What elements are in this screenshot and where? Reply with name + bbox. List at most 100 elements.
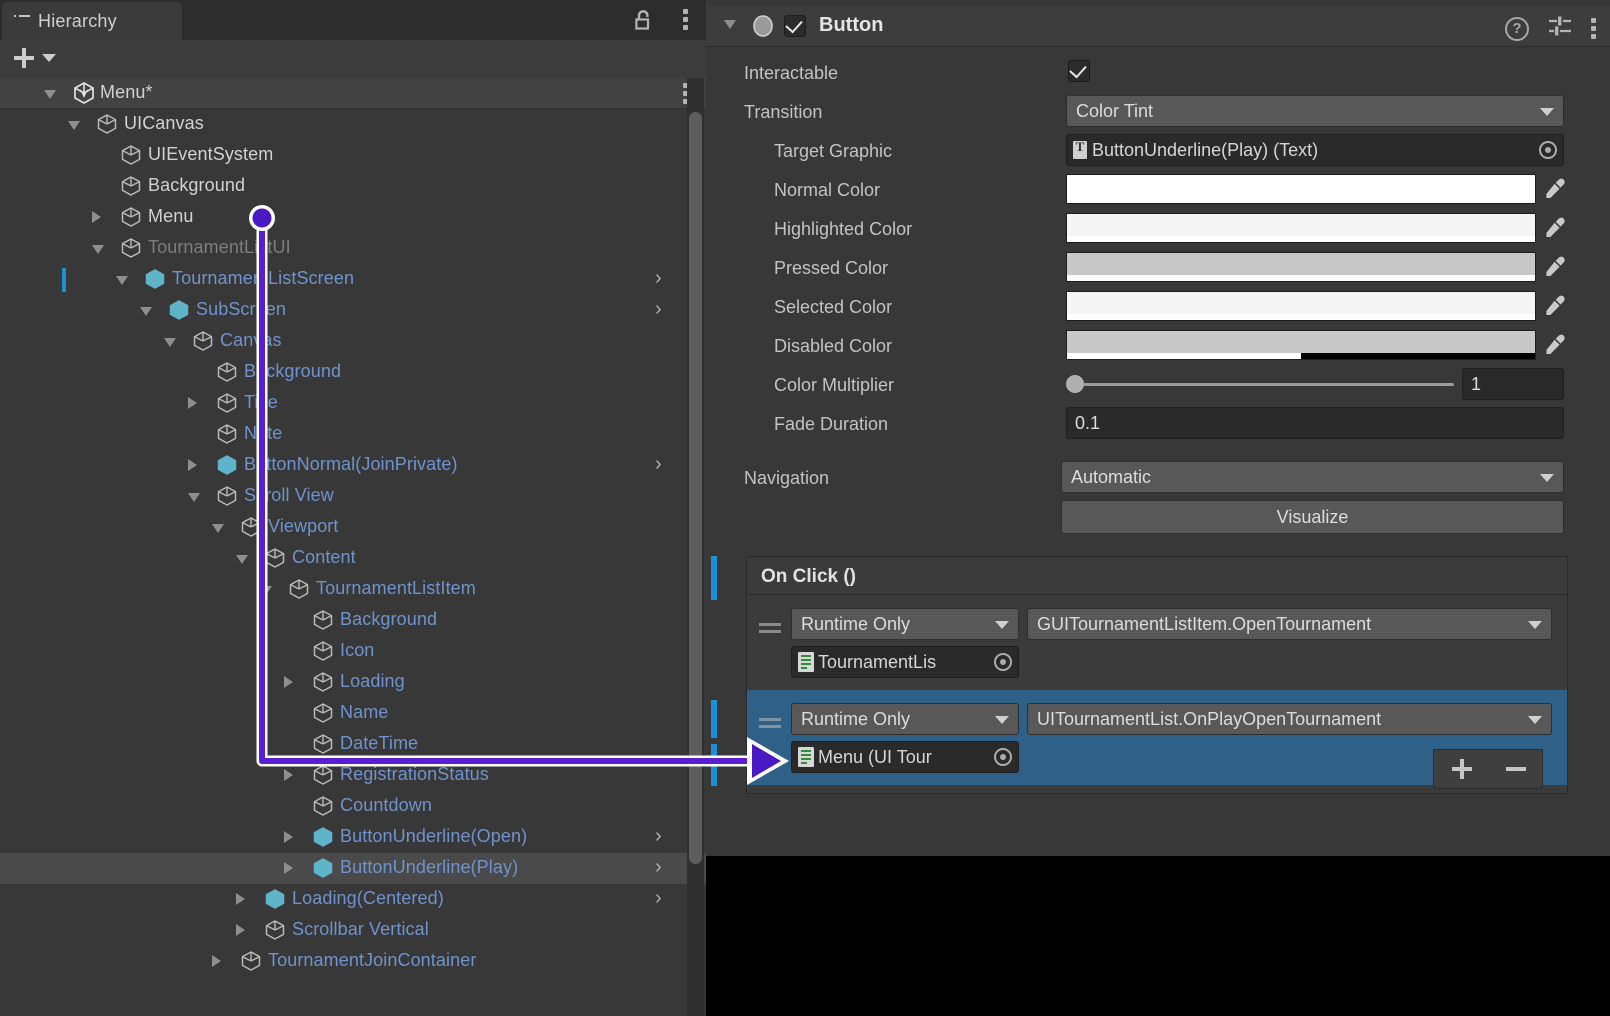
hierarchy-item-datetime[interactable]: DateTime	[0, 729, 706, 760]
navigation-dropdown[interactable]: Automatic	[1061, 461, 1564, 493]
hierarchy-item-registrationstatus[interactable]: RegistrationStatus	[0, 760, 706, 791]
hierarchy-item-uieventsystem[interactable]: UIEventSystem	[0, 140, 706, 171]
chevron-right-icon[interactable]	[284, 676, 293, 688]
hierarchy-scrollbar-thumb[interactable]	[689, 112, 702, 864]
eyedropper-icon[interactable]	[1542, 253, 1568, 279]
drag-handle-icon[interactable]	[759, 718, 781, 730]
chevron-down-icon[interactable]	[236, 555, 248, 564]
object-picker-icon[interactable]	[1539, 141, 1557, 159]
chevron-down-icon[interactable]	[188, 493, 200, 502]
chevron-down-icon[interactable]	[724, 20, 736, 29]
hierarchy-item-name[interactable]: Name	[0, 698, 706, 729]
create-gameobject-button[interactable]	[12, 46, 56, 70]
hierarchy-item-background[interactable]: Background	[0, 605, 706, 636]
hierarchy-item-loading-centered[interactable]: Loading(Centered)›	[0, 884, 706, 915]
enter-prefab-chevron-icon[interactable]: ›	[655, 888, 662, 908]
enter-prefab-chevron-icon[interactable]: ›	[655, 268, 662, 288]
chevron-down-icon[interactable]	[44, 90, 56, 99]
enter-prefab-chevron-icon[interactable]: ›	[655, 857, 662, 877]
eyedropper-icon[interactable]	[1542, 175, 1568, 201]
chevron-down-icon[interactable]	[164, 338, 176, 347]
highlighted-color-swatch[interactable]	[1066, 213, 1536, 243]
chevron-right-icon[interactable]	[212, 955, 221, 967]
chevron-right-icon[interactable]	[188, 397, 197, 409]
preset-sliders-icon[interactable]	[1547, 14, 1573, 43]
hierarchy-item-buttonunderline-open[interactable]: ButtonUnderline(Open)›	[0, 822, 706, 853]
event-mode-dropdown[interactable]: Runtime Only	[791, 608, 1019, 640]
on-click-entry[interactable]: Runtime Only GUITournamentListItem.OpenTo…	[747, 595, 1567, 690]
chevron-right-icon[interactable]	[188, 459, 197, 471]
target-graphic-object-field[interactable]: ButtonUnderline(Play) (Text)	[1066, 134, 1564, 166]
eyedropper-icon[interactable]	[1542, 292, 1568, 318]
event-mode-dropdown[interactable]: Runtime Only	[791, 703, 1019, 735]
eyedropper-icon[interactable]	[1542, 214, 1568, 240]
help-icon[interactable]: ?	[1505, 17, 1529, 41]
inspector-kebab-menu-icon[interactable]	[1591, 18, 1596, 39]
hierarchy-item-scrollbar-vertical[interactable]: Scrollbar Vertical	[0, 915, 706, 946]
hierarchy-item-scroll-view[interactable]: Scroll View	[0, 481, 706, 512]
add-event-button[interactable]	[1451, 758, 1473, 780]
hierarchy-kebab-menu-icon[interactable]	[683, 9, 688, 30]
gameobject-icon	[264, 547, 286, 569]
hierarchy-item-viewport[interactable]: Viewport	[0, 512, 706, 543]
hierarchy-item-uicanvas[interactable]: UICanvas	[0, 109, 706, 140]
color-multiplier-value[interactable]: 1	[1462, 368, 1564, 400]
hierarchy-item-background[interactable]: Background	[0, 357, 706, 388]
hierarchy-item-background[interactable]: Background	[0, 171, 706, 202]
eyedropper-icon[interactable]	[1542, 331, 1568, 357]
hierarchy-item-countdown[interactable]: Countdown	[0, 791, 706, 822]
fade-duration-input[interactable]: 0.1	[1066, 407, 1564, 439]
hierarchy-item-tournamentlistscreen[interactable]: TournamentListScreen›	[0, 264, 706, 295]
normal-color-swatch[interactable]	[1066, 174, 1536, 204]
hierarchy-item-note[interactable]: Note	[0, 419, 706, 450]
hierarchy-item-tournamentlistui[interactable]: TournamentListUI	[0, 233, 706, 264]
interactable-checkbox[interactable]	[1068, 60, 1090, 82]
hierarchy-item-tournamentjoincontainer[interactable]: TournamentJoinContainer	[0, 946, 706, 977]
chevron-down-icon[interactable]	[212, 524, 224, 533]
visualize-button[interactable]: Visualize	[1061, 500, 1564, 534]
chevron-right-icon[interactable]	[284, 831, 293, 843]
drag-handle-icon[interactable]	[759, 623, 781, 635]
transition-dropdown[interactable]: Color Tint	[1066, 95, 1564, 127]
event-object-field[interactable]: TournamentLis	[791, 646, 1019, 678]
event-function-dropdown[interactable]: UITournamentList.OnPlayOpenTournament	[1027, 703, 1552, 735]
chevron-down-icon[interactable]	[140, 307, 152, 316]
pressed-color-swatch[interactable]	[1066, 252, 1536, 282]
chevron-down-icon[interactable]	[68, 121, 80, 130]
hierarchy-item-content[interactable]: Content	[0, 543, 706, 574]
hierarchy-item-buttonunderline-play[interactable]: ButtonUnderline(Play)›	[0, 853, 706, 884]
hierarchy-item-tournamentlistitem[interactable]: TournamentListItem	[0, 574, 706, 605]
chevron-right-icon[interactable]	[92, 211, 101, 223]
remove-event-button[interactable]	[1506, 767, 1526, 771]
hierarchy-item-subscreen[interactable]: SubScreen›	[0, 295, 706, 326]
object-picker-icon[interactable]	[994, 653, 1012, 671]
hierarchy-item-title[interactable]: Title	[0, 388, 706, 419]
enter-prefab-chevron-icon[interactable]: ›	[655, 826, 662, 846]
disabled-color-swatch[interactable]	[1066, 330, 1536, 360]
chevron-right-icon[interactable]	[236, 893, 245, 905]
hierarchy-item-menu[interactable]: Menu*	[0, 78, 706, 109]
hierarchy-item-menu[interactable]: Menu	[0, 202, 706, 233]
chevron-right-icon[interactable]	[284, 862, 293, 874]
tab-hierarchy[interactable]: Hierarchy	[2, 2, 182, 40]
hierarchy-item-icon[interactable]: Icon	[0, 636, 706, 667]
chevron-down-icon	[42, 54, 56, 62]
color-multiplier-slider-track[interactable]	[1072, 383, 1454, 386]
hierarchy-tree[interactable]: Menu*UICanvasUIEventSystemBackgroundMenu…	[0, 78, 706, 1016]
hierarchy-item-loading[interactable]: Loading	[0, 667, 706, 698]
chevron-down-icon[interactable]	[260, 586, 272, 595]
chevron-right-icon[interactable]	[284, 769, 293, 781]
color-multiplier-slider-knob[interactable]	[1066, 375, 1084, 393]
event-mode-value: Runtime Only	[792, 614, 910, 635]
enter-prefab-chevron-icon[interactable]: ›	[655, 299, 662, 319]
enter-prefab-chevron-icon[interactable]: ›	[655, 454, 662, 474]
hierarchy-item-canvas[interactable]: Canvas	[0, 326, 706, 357]
chevron-down-icon[interactable]	[92, 245, 104, 254]
selected-color-swatch[interactable]	[1066, 291, 1536, 321]
event-function-dropdown[interactable]: GUITournamentListItem.OpenTournament	[1027, 608, 1552, 640]
chevron-right-icon[interactable]	[236, 924, 245, 936]
chevron-down-icon[interactable]	[116, 276, 128, 285]
hierarchy-item-buttonnormal-joinprivate[interactable]: ButtonNormal(JoinPrivate)›	[0, 450, 706, 481]
unlock-icon[interactable]	[634, 9, 654, 31]
component-enabled-checkbox[interactable]	[784, 15, 806, 37]
